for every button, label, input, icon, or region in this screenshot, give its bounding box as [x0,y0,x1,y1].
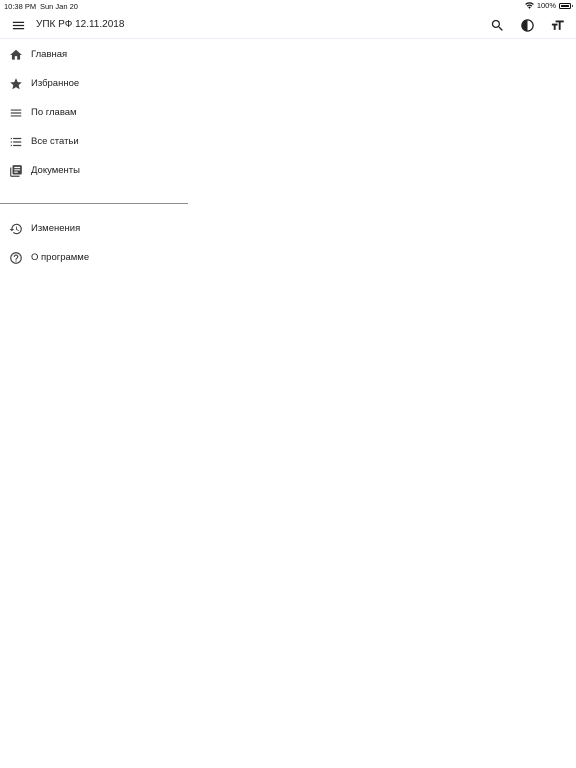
page-title: УПК РФ 12.11.2018 [36,19,125,30]
status-right: 100% [525,1,573,10]
nav-item-label: Избранное [31,78,80,89]
font-size-button[interactable] [546,14,568,36]
nav-item-label: По главам [31,107,77,118]
navigation-drawer: Главная Избранное По главам Все статьи Д… [0,40,188,272]
history-icon [8,221,23,236]
battery-icon [559,2,573,9]
nav-item-about[interactable]: О программе [0,243,188,272]
nav-item-label: Документы [31,165,80,176]
library-icon [8,163,23,178]
wifi-icon [525,2,534,9]
nav-item-label: О программе [31,252,90,263]
help-icon [8,250,23,265]
app-bar: УПК РФ 12.11.2018 [0,12,576,39]
nav-item-favorites[interactable]: Избранное [0,69,188,98]
nav-item-changes[interactable]: Изменения [0,214,188,243]
menu-icon [12,21,24,29]
nav-item-label: Все статьи [31,136,79,147]
menu-button[interactable] [7,14,29,36]
drawer-divider [0,203,188,204]
status-time: 10:38 PM [4,2,37,11]
nav-item-chapters[interactable]: По главам [0,98,188,127]
home-icon [8,47,23,62]
checklist-icon [8,134,23,149]
star-icon [8,76,23,91]
list-icon [8,105,23,120]
search-button[interactable] [486,14,508,36]
status-date: Sun Jan 20 [40,2,78,11]
search-icon [491,19,503,31]
status-bar: 10:38 PM Sun Jan 20 100% [0,0,576,12]
battery-percent: 100% [536,1,556,10]
nav-item-home[interactable]: Главная [0,40,188,69]
nav-item-label: Изменения [31,223,81,234]
nav-item-all-articles[interactable]: Все статьи [0,127,188,156]
nav-item-label: Главная [31,49,68,60]
font-size-icon [551,20,564,30]
contrast-button[interactable] [516,14,538,36]
contrast-icon [520,18,534,32]
nav-item-documents[interactable]: Документы [0,156,188,185]
